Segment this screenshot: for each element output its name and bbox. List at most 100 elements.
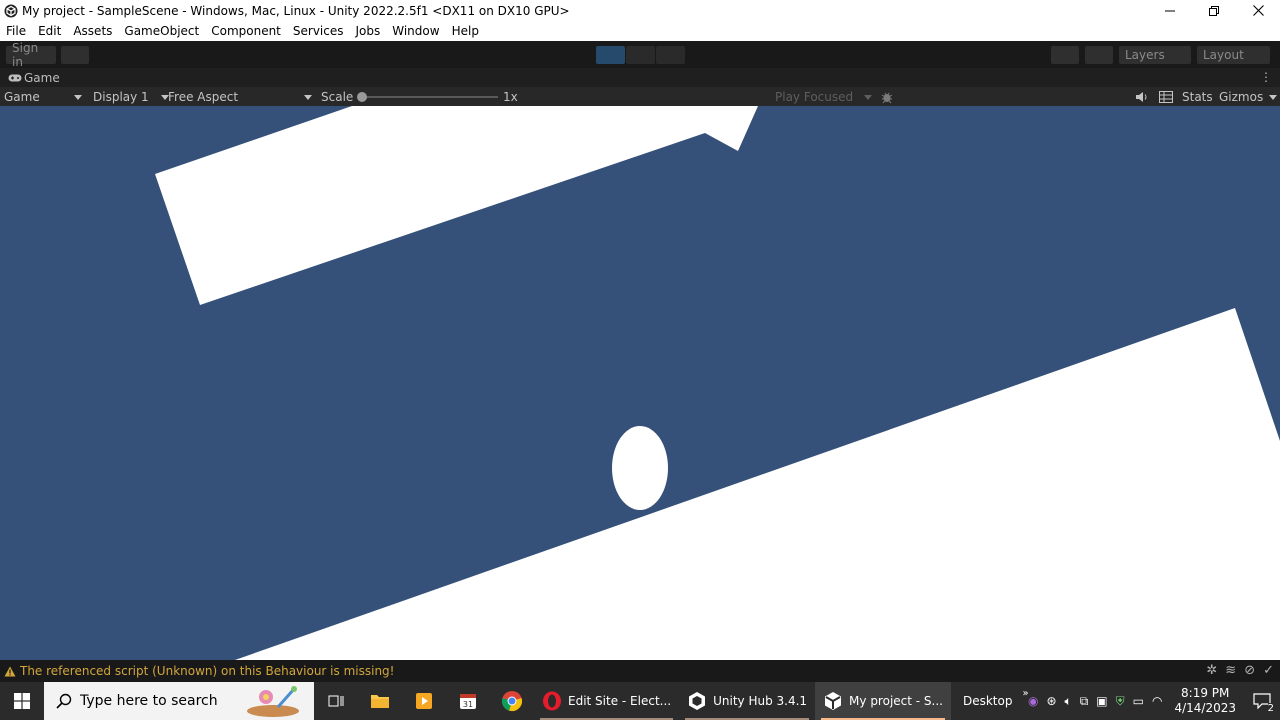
search-icon	[56, 693, 72, 709]
taskbar-app-unity-hub[interactable]: Unity Hub 3.4.1	[679, 682, 815, 720]
game-scene	[155, 106, 1280, 660]
task-view-icon	[328, 695, 344, 707]
warning-icon	[4, 666, 16, 676]
chevron-down-icon	[1269, 94, 1278, 100]
grid-icon[interactable]	[1159, 89, 1173, 105]
tab-game[interactable]: Game	[0, 71, 60, 85]
scale-slider-track[interactable]	[366, 96, 498, 98]
menu-gameobject[interactable]: GameObject	[118, 24, 205, 38]
display-dropdown[interactable]: Display 1	[93, 89, 169, 105]
taskbar-app-label: Unity Hub 3.4.1	[713, 694, 808, 708]
taskbar-app-label: My project - S...	[849, 694, 943, 708]
desktop-label: Desktop	[962, 694, 1013, 708]
chrome-button[interactable]	[490, 682, 534, 720]
status-icons: ✲ ≋ ⊘ ✓	[1206, 663, 1274, 678]
step-button[interactable]	[656, 46, 685, 64]
stats-label: Stats	[1182, 90, 1213, 104]
menu-window[interactable]: Window	[386, 24, 445, 38]
taskbar-clock[interactable]: 8:19 PM 4/14/2023	[1174, 686, 1236, 716]
window-title: My project - SampleScene - Windows, Mac,…	[22, 3, 570, 18]
play-mode-dropdown[interactable]: Play Focused	[775, 89, 872, 105]
media-player-icon	[416, 693, 432, 709]
menu-component[interactable]: Component	[205, 24, 287, 38]
windows-taskbar: Type here to search 31 Edit Site - Elect…	[0, 682, 1280, 720]
cloud-button[interactable]	[61, 46, 89, 64]
notification-center-button[interactable]: 2	[1244, 682, 1280, 720]
sign-in-button[interactable]: Sign in	[6, 41, 56, 69]
clock-time: 8:19 PM	[1181, 686, 1230, 700]
menu-bar: File Edit Assets GameObject Component Se…	[0, 21, 1280, 41]
close-icon	[1252, 5, 1264, 16]
wifi-icon[interactable]: ◠	[1152, 694, 1162, 708]
taskbar-app-unity-editor[interactable]: My project - S...	[815, 682, 951, 720]
clock-date: 4/14/2023	[1174, 701, 1236, 715]
aspect-dropdown-label: Free Aspect	[168, 90, 239, 104]
chrome-icon	[501, 691, 522, 712]
calendar-icon: 31	[460, 694, 476, 709]
minimize-button[interactable]	[1148, 0, 1192, 21]
game-tab-bar: Game ⋮	[0, 68, 1280, 87]
media-player-button[interactable]	[402, 682, 446, 720]
view-dropdown[interactable]: Game	[4, 89, 82, 105]
battery-icon[interactable]: ▭	[1133, 694, 1144, 708]
minimize-icon	[1165, 10, 1175, 11]
status-bar[interactable]: The referenced script (Unknown) on this …	[0, 660, 1280, 682]
checkmark-icon[interactable]: ✓	[1263, 663, 1274, 678]
chevron-down-icon	[864, 94, 872, 100]
no-network-icon[interactable]: ⊘	[1244, 663, 1255, 678]
main-toolbar: Sign in Layers Layout	[0, 41, 1280, 69]
upper-platform	[155, 106, 758, 305]
stats-button[interactable]: Stats	[1182, 89, 1213, 105]
layout-dropdown[interactable]: Layout	[1197, 46, 1270, 64]
game-viewport[interactable]	[0, 106, 1280, 660]
play-button[interactable]	[596, 46, 625, 64]
steam-icon[interactable]: ⊛	[1046, 694, 1056, 708]
taskbar-search-box[interactable]: Type here to search	[44, 682, 314, 720]
close-button[interactable]	[1236, 0, 1280, 21]
notification-count: 2	[1267, 703, 1274, 714]
gamepad-icon	[8, 74, 22, 81]
windows-icon	[14, 693, 30, 709]
file-explorer-button[interactable]	[358, 682, 402, 720]
start-button[interactable]	[0, 682, 44, 720]
volume-icon[interactable]: 🔈︎	[1065, 694, 1072, 709]
display-icon[interactable]: ▣	[1096, 694, 1107, 708]
menu-jobs[interactable]: Jobs	[350, 24, 387, 38]
search-highlight-icon	[247, 686, 299, 717]
restore-icon	[1209, 5, 1219, 16]
taskbar-app-label: Edit Site - Elect...	[568, 694, 672, 708]
scale-slider-handle[interactable]	[357, 92, 367, 102]
headset-icon[interactable]: ◉	[1028, 694, 1038, 708]
play-mode-label: Play Focused	[775, 90, 854, 104]
menu-assets[interactable]: Assets	[67, 24, 118, 38]
tab-more-icon[interactable]: ⋮	[1260, 70, 1272, 84]
bug-icon[interactable]	[880, 89, 894, 105]
tab-game-label: Game	[24, 70, 60, 85]
security-icon[interactable]: ⛨	[1116, 694, 1125, 709]
layers-dropdown[interactable]: Layers	[1119, 46, 1191, 64]
ball	[612, 426, 668, 510]
search-button[interactable]	[1085, 46, 1113, 64]
menu-help[interactable]: Help	[446, 24, 485, 38]
gizmos-label: Gizmos	[1219, 90, 1264, 104]
restore-button[interactable]	[1192, 0, 1236, 21]
gizmos-dropdown[interactable]: Gizmos	[1219, 89, 1278, 105]
svg-text:31: 31	[463, 700, 473, 709]
aspect-dropdown[interactable]: Free Aspect	[168, 89, 312, 105]
meet-now-icon[interactable]: ⧉	[1080, 694, 1089, 709]
audio-mute-icon[interactable]	[1135, 89, 1149, 105]
debug-icon[interactable]: ✲	[1206, 663, 1217, 678]
menu-services[interactable]: Services	[287, 24, 350, 38]
unity-hub-icon	[689, 692, 706, 710]
taskbar-app-opera[interactable]: Edit Site - Elect...	[534, 682, 679, 720]
game-view-toolbar: Game Display 1 Free Aspect Scale 1x Play…	[0, 87, 1280, 106]
history-button[interactable]	[1051, 46, 1079, 64]
menu-file[interactable]: File	[0, 24, 32, 38]
scale-label: Scale	[321, 90, 354, 104]
scale-value: 1x	[503, 90, 518, 104]
menu-edit[interactable]: Edit	[32, 24, 67, 38]
calendar-app-button[interactable]: 31	[446, 682, 490, 720]
database-icon[interactable]: ≋	[1225, 663, 1236, 678]
pause-button[interactable]	[626, 46, 655, 64]
task-view-button[interactable]	[314, 682, 358, 720]
